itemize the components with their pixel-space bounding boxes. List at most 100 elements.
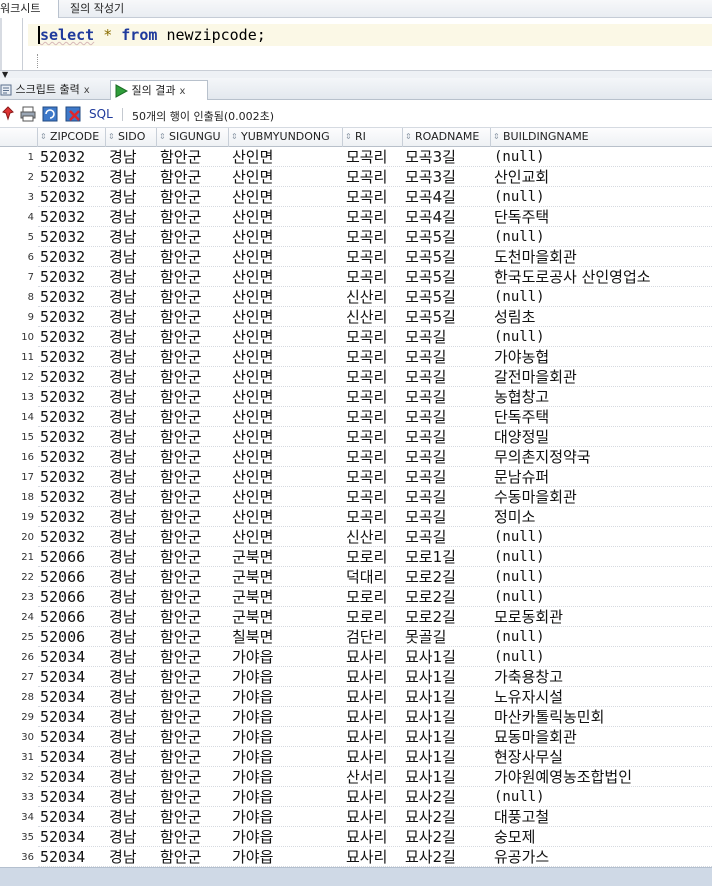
cell-sido[interactable]: 경남 xyxy=(109,527,137,547)
cell-buildingname[interactable]: 모로동회관 xyxy=(494,607,563,627)
cell-sigungu[interactable]: 함안군 xyxy=(160,627,201,647)
table-row[interactable]: 31 52034 경남 함안군 가야읍 묘사리 묘사1길 현장사무실 xyxy=(0,747,712,767)
cell-sigungu[interactable]: 함안군 xyxy=(160,547,201,567)
cell-buildingname[interactable]: 가야원예영농조합법인 xyxy=(494,767,632,787)
cell-yubmyundong[interactable]: 가야읍 xyxy=(232,787,273,807)
sql-editor[interactable]: select * from newzipcode; xyxy=(0,18,712,70)
cell-zipcode[interactable]: 52032 xyxy=(40,247,85,267)
cell-ri[interactable]: 모로리 xyxy=(346,607,387,627)
cell-buildingname[interactable]: 산인교회 xyxy=(494,167,549,187)
cell-buildingname[interactable]: 노유자시설 xyxy=(494,687,563,707)
cell-sigungu[interactable]: 함안군 xyxy=(160,667,201,687)
cell-sigungu[interactable]: 함안군 xyxy=(160,167,201,187)
cell-roadname[interactable]: 모로1길 xyxy=(405,547,456,567)
cell-yubmyundong[interactable]: 가야읍 xyxy=(232,827,273,847)
cell-buildingname[interactable]: 묘동마을회관 xyxy=(494,727,577,747)
cell-yubmyundong[interactable]: 칠북면 xyxy=(232,627,273,647)
cell-ri[interactable]: 모곡리 xyxy=(346,467,387,487)
cell-buildingname[interactable]: (null) xyxy=(494,187,545,207)
cell-sido[interactable]: 경남 xyxy=(109,607,137,627)
cell-sigungu[interactable]: 함안군 xyxy=(160,307,201,327)
cell-zipcode[interactable]: 52034 xyxy=(40,727,85,747)
cell-buildingname[interactable]: 단독주택 xyxy=(494,207,549,227)
table-row[interactable]: 16 52032 경남 함안군 산인면 모곡리 모곡길 무의촌지정약국 xyxy=(0,447,712,467)
table-row[interactable]: 22 52066 경남 함안군 군북면 덕대리 모로2길 (null) xyxy=(0,567,712,587)
cell-sigungu[interactable]: 함안군 xyxy=(160,687,201,707)
refresh-sql-icon[interactable] xyxy=(41,105,59,123)
cell-buildingname[interactable]: (null) xyxy=(494,787,545,807)
print-icon[interactable] xyxy=(19,105,37,123)
cell-zipcode[interactable]: 52032 xyxy=(40,347,85,367)
cell-zipcode[interactable]: 52032 xyxy=(40,167,85,187)
cell-buildingname[interactable]: 성림초 xyxy=(494,307,535,327)
cell-sido[interactable]: 경남 xyxy=(109,547,137,567)
cell-ri[interactable]: 묘사리 xyxy=(346,787,387,807)
cell-buildingname[interactable]: 대풍고철 xyxy=(494,807,549,827)
cell-buildingname[interactable]: 수동마을회관 xyxy=(494,487,577,507)
cell-buildingname[interactable]: (null) xyxy=(494,227,545,247)
cell-roadname[interactable]: 모곡3길 xyxy=(405,147,456,167)
cell-zipcode[interactable]: 52032 xyxy=(40,327,85,347)
delete-sql-icon[interactable] xyxy=(64,105,82,123)
cell-ri[interactable]: 모곡리 xyxy=(346,387,387,407)
cell-ri[interactable]: 묘사리 xyxy=(346,687,387,707)
sql-statement[interactable]: select * from newzipcode; xyxy=(38,26,266,44)
cell-roadname[interactable]: 묘사1길 xyxy=(405,647,456,667)
table-row[interactable]: 21 52066 경남 함안군 군북면 모로리 모로1길 (null) xyxy=(0,547,712,567)
cell-sido[interactable]: 경남 xyxy=(109,247,137,267)
cell-ri[interactable]: 모곡리 xyxy=(346,447,387,467)
cell-sigungu[interactable]: 함안군 xyxy=(160,607,201,627)
table-row[interactable]: 11 52032 경남 함안군 산인면 모곡리 모곡길 가야농협 xyxy=(0,347,712,367)
cell-sido[interactable]: 경남 xyxy=(109,627,137,647)
cell-buildingname[interactable]: 대양정밀 xyxy=(494,427,549,447)
cell-yubmyundong[interactable]: 산인면 xyxy=(232,207,273,227)
cell-ri[interactable]: 모곡리 xyxy=(346,347,387,367)
cell-zipcode[interactable]: 52034 xyxy=(40,747,85,767)
table-row[interactable]: 1 52032 경남 함안군 산인면 모곡리 모곡3길 (null) xyxy=(0,147,712,167)
cell-ri[interactable]: 모곡리 xyxy=(346,207,387,227)
table-row[interactable]: 27 52034 경남 함안군 가야읍 묘사리 묘사1길 가축용창고 xyxy=(0,667,712,687)
cell-buildingname[interactable]: 현장사무실 xyxy=(494,747,563,767)
cell-buildingname[interactable]: 한국도로공사 산인영업소 xyxy=(494,267,651,287)
cell-zipcode[interactable]: 52032 xyxy=(40,227,85,247)
cell-yubmyundong[interactable]: 산인면 xyxy=(232,407,273,427)
cell-buildingname[interactable]: (null) xyxy=(494,527,545,547)
cell-buildingname[interactable]: (null) xyxy=(494,627,545,647)
cell-sido[interactable]: 경남 xyxy=(109,767,137,787)
cell-zipcode[interactable]: 52032 xyxy=(40,147,85,167)
cell-sido[interactable]: 경남 xyxy=(109,727,137,747)
cell-ri[interactable]: 모곡리 xyxy=(346,147,387,167)
cell-sigungu[interactable]: 함안군 xyxy=(160,507,201,527)
table-row[interactable]: 14 52032 경남 함안군 산인면 모곡리 모곡길 단독주택 xyxy=(0,407,712,427)
cell-sido[interactable]: 경남 xyxy=(109,747,137,767)
cell-ri[interactable]: 묘사리 xyxy=(346,847,387,867)
cell-sido[interactable]: 경남 xyxy=(109,827,137,847)
cell-zipcode[interactable]: 52032 xyxy=(40,467,85,487)
cell-sido[interactable]: 경남 xyxy=(109,367,137,387)
cell-ri[interactable]: 모곡리 xyxy=(346,267,387,287)
cell-yubmyundong[interactable]: 가야읍 xyxy=(232,667,273,687)
cell-zipcode[interactable]: 52032 xyxy=(40,267,85,287)
cell-zipcode[interactable]: 52032 xyxy=(40,307,85,327)
cell-sido[interactable]: 경남 xyxy=(109,287,137,307)
cell-zipcode[interactable]: 52032 xyxy=(40,447,85,467)
cell-sido[interactable]: 경남 xyxy=(109,707,137,727)
cell-roadname[interactable]: 묘사1길 xyxy=(405,747,456,767)
result-grid[interactable]: 1 52032 경남 함안군 산인면 모곡리 모곡3길 (null) 2 52032 경남 함안군 산인… xyxy=(0,147,712,867)
cell-buildingname[interactable]: 정미소 xyxy=(494,507,535,527)
cell-yubmyundong[interactable]: 가야읍 xyxy=(232,687,273,707)
cell-zipcode[interactable]: 52066 xyxy=(40,607,85,627)
cell-roadname[interactable]: 모곡길 xyxy=(405,427,446,447)
sql-button[interactable]: SQL xyxy=(89,107,113,121)
cell-sigungu[interactable]: 함안군 xyxy=(160,827,201,847)
table-row[interactable]: 25 52006 경남 함안군 칠북면 검단리 못골길 (null) xyxy=(0,627,712,647)
cell-buildingname[interactable]: (null) xyxy=(494,147,545,167)
cell-sigungu[interactable]: 함안군 xyxy=(160,447,201,467)
cell-yubmyundong[interactable]: 산인면 xyxy=(232,267,273,287)
cell-zipcode[interactable]: 52032 xyxy=(40,387,85,407)
cell-buildingname[interactable]: 마산카톨릭농민회 xyxy=(494,707,604,727)
cell-sido[interactable]: 경남 xyxy=(109,587,137,607)
cell-zipcode[interactable]: 52032 xyxy=(40,187,85,207)
cell-ri[interactable]: 모곡리 xyxy=(346,427,387,447)
cell-roadname[interactable]: 모곡5길 xyxy=(405,287,456,307)
